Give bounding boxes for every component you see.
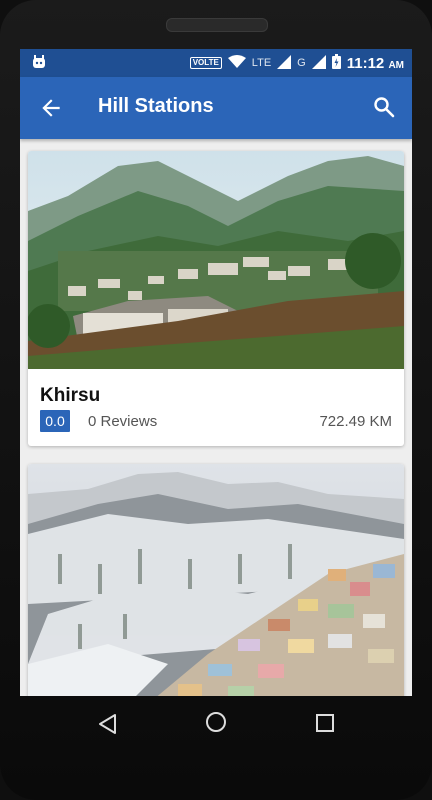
place-photo [28,464,404,696]
nav-back-button[interactable] [96,712,120,741]
back-button[interactable] [38,95,64,121]
android-notification-icon [32,55,46,74]
square-recents-icon [316,714,334,732]
search-button[interactable] [372,95,396,119]
app-bar: Hill Stations [20,77,412,139]
volte-badge: VOLTE [189,57,222,69]
place-photo [28,151,404,369]
hill-station-list[interactable]: Khirsu 0.0 0 Reviews 722.49 KM [20,139,412,696]
clock: 11:12 AM [347,55,404,72]
nav-recents-button[interactable] [314,712,336,739]
distance: 722.49 KM [319,413,392,430]
list-item[interactable]: Khirsu 0.0 0 Reviews 722.49 KM [28,151,404,446]
status-bar: VOLTE LTE G 11:12 AM [20,49,412,77]
search-icon [374,97,395,118]
circle-home-icon [206,712,226,732]
signal-icon-2 [311,54,326,72]
g-label: G [297,57,306,69]
nav-home-button[interactable] [204,710,228,739]
triangle-back-icon [99,714,116,734]
place-name: Khirsu [40,385,101,406]
lte-label: LTE [251,57,272,69]
clock-time: 11:12 [346,54,385,72]
rating-badge: 0.0 [40,410,70,432]
list-item[interactable] [28,464,404,696]
phone-frame: VOLTE LTE G 11:12 AM Hill Stations Khirs… [0,0,432,800]
system-navigation-bar [0,696,432,756]
battery-icon [331,54,341,72]
speaker-grille [166,18,268,32]
page-title: Hill Stations [98,95,214,117]
screen: VOLTE LTE G 11:12 AM Hill Stations Khirs… [20,49,412,696]
clock-ampm: AM [388,59,404,71]
review-count: 0 Reviews [88,413,158,430]
signal-icon [277,54,292,72]
wifi-icon [227,54,246,72]
arrow-back-icon [42,99,60,117]
